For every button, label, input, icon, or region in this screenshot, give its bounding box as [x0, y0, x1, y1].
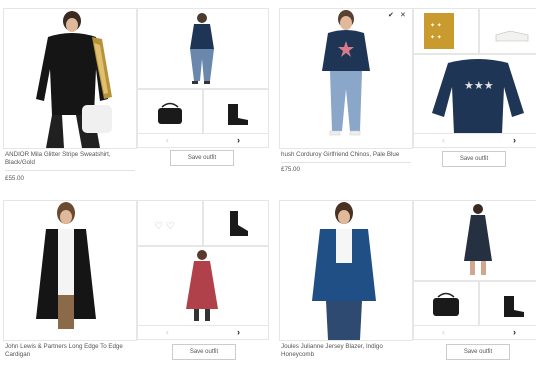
navy-star-jumper-icon: ★★★ — [432, 59, 524, 134]
next-arrow-icon[interactable]: › — [237, 134, 240, 147]
accessory-slot-dress[interactable] — [137, 246, 269, 327]
save-outfit-button[interactable]: Save outfit — [442, 151, 506, 167]
black-bag-icon — [433, 292, 459, 316]
heart-earrings-icon: ♡ ♡ — [154, 221, 175, 232]
svg-text:✦ ✦: ✦ ✦ — [430, 34, 442, 41]
divider — [5, 170, 135, 171]
outfit-carousel-nav: ‹ › — [413, 325, 536, 340]
divider — [281, 162, 411, 163]
accessory-slot-bag[interactable] — [413, 281, 479, 327]
svg-text:★★★: ★★★ — [464, 80, 494, 92]
product-title[interactable]: Joules Julianne Jersey Blazer, Indigo Ho… — [281, 343, 411, 359]
outfit-card-1: ‹ › ANDIOR Mila Glitter Stripe Sweatshir… — [0, 8, 269, 182]
product-title[interactable]: hush Corduroy Girlfriend Chinos, Pale Bl… — [281, 151, 411, 159]
woman-navy-jacket-figure — [190, 13, 214, 84]
outfit-card-2: ✔ ✕ ✦ ✦ ✦ ✦ ★★★ ‹ › hush Corduroy Girlfr… — [276, 8, 536, 178]
main-product-image[interactable] — [279, 200, 413, 341]
woman-dark-dress-figure — [464, 204, 492, 275]
next-arrow-icon[interactable]: › — [237, 326, 240, 339]
save-outfit-button[interactable]: Save outfit — [170, 150, 234, 166]
black-ankle-boot-icon — [504, 296, 524, 317]
accessory-slot-jumper[interactable]: ★★★ — [413, 54, 536, 135]
prev-arrow-icon[interactable]: ‹ — [166, 326, 169, 339]
accessory-slot-gold-card[interactable]: ✦ ✦ ✦ ✦ — [413, 8, 479, 54]
woman-navy-star-jumper-figure — [322, 10, 370, 136]
product-price: £75.00 — [281, 166, 300, 173]
outfit-carousel-nav: ‹ › — [137, 133, 269, 148]
accessory-slot-boot[interactable] — [479, 281, 536, 327]
svg-text:♡ ♡: ♡ ♡ — [154, 221, 175, 232]
prev-arrow-icon[interactable]: ‹ — [442, 134, 445, 147]
prev-arrow-icon[interactable]: ‹ — [442, 326, 445, 339]
black-heeled-boot-icon — [230, 211, 248, 236]
outfit-carousel-nav: ‹ › — [137, 325, 269, 340]
product-price: £55.00 — [5, 175, 24, 182]
white-sneaker-icon — [495, 30, 529, 42]
outfit-card-4: ‹ › Joules Julianne Jersey Blazer, Indig… — [276, 200, 536, 370]
accessory-slot-top[interactable] — [413, 200, 536, 281]
product-title[interactable]: ANDIOR Mila Glitter Stripe Sweatshirt, B… — [5, 151, 135, 167]
close-icon[interactable]: ✕ — [400, 11, 406, 19]
accessory-slot-sneaker[interactable] — [479, 8, 536, 54]
next-arrow-icon[interactable]: › — [513, 326, 516, 339]
save-outfit-button[interactable]: Save outfit — [446, 344, 510, 360]
main-product-image[interactable] — [3, 8, 137, 149]
check-icon[interactable]: ✔ — [388, 11, 394, 19]
next-arrow-icon[interactable]: › — [513, 134, 516, 147]
gold-star-card-icon: ✦ ✦ ✦ ✦ — [424, 13, 454, 49]
outfit-card-3: ♡ ♡ ‹ › John Lewis & Partners Long Edge … — [0, 200, 269, 370]
accessory-slot-top[interactable] — [137, 8, 269, 89]
woman-black-sweatshirt-figure — [36, 11, 112, 148]
save-outfit-button[interactable]: Save outfit — [172, 344, 236, 360]
product-title[interactable]: John Lewis & Partners Long Edge To Edge … — [5, 343, 135, 359]
outfit-carousel-nav: ‹ › — [413, 133, 536, 148]
svg-text:✦ ✦: ✦ ✦ — [430, 22, 442, 29]
accessory-slot-boot[interactable] — [203, 200, 269, 246]
black-boot-icon — [228, 104, 248, 125]
woman-red-dress-figure — [186, 250, 218, 321]
main-product-image[interactable]: ✔ ✕ — [279, 8, 413, 149]
accessory-slot-bag[interactable] — [137, 89, 203, 135]
accessory-slot-boot[interactable] — [203, 89, 269, 135]
woman-blue-blazer-figure — [312, 202, 376, 340]
accessory-slot-earrings[interactable]: ♡ ♡ — [137, 200, 203, 246]
black-bag-icon — [158, 102, 182, 124]
main-product-image[interactable] — [3, 200, 137, 341]
woman-black-cardigan-figure — [36, 202, 96, 329]
prev-arrow-icon[interactable]: ‹ — [166, 134, 169, 147]
